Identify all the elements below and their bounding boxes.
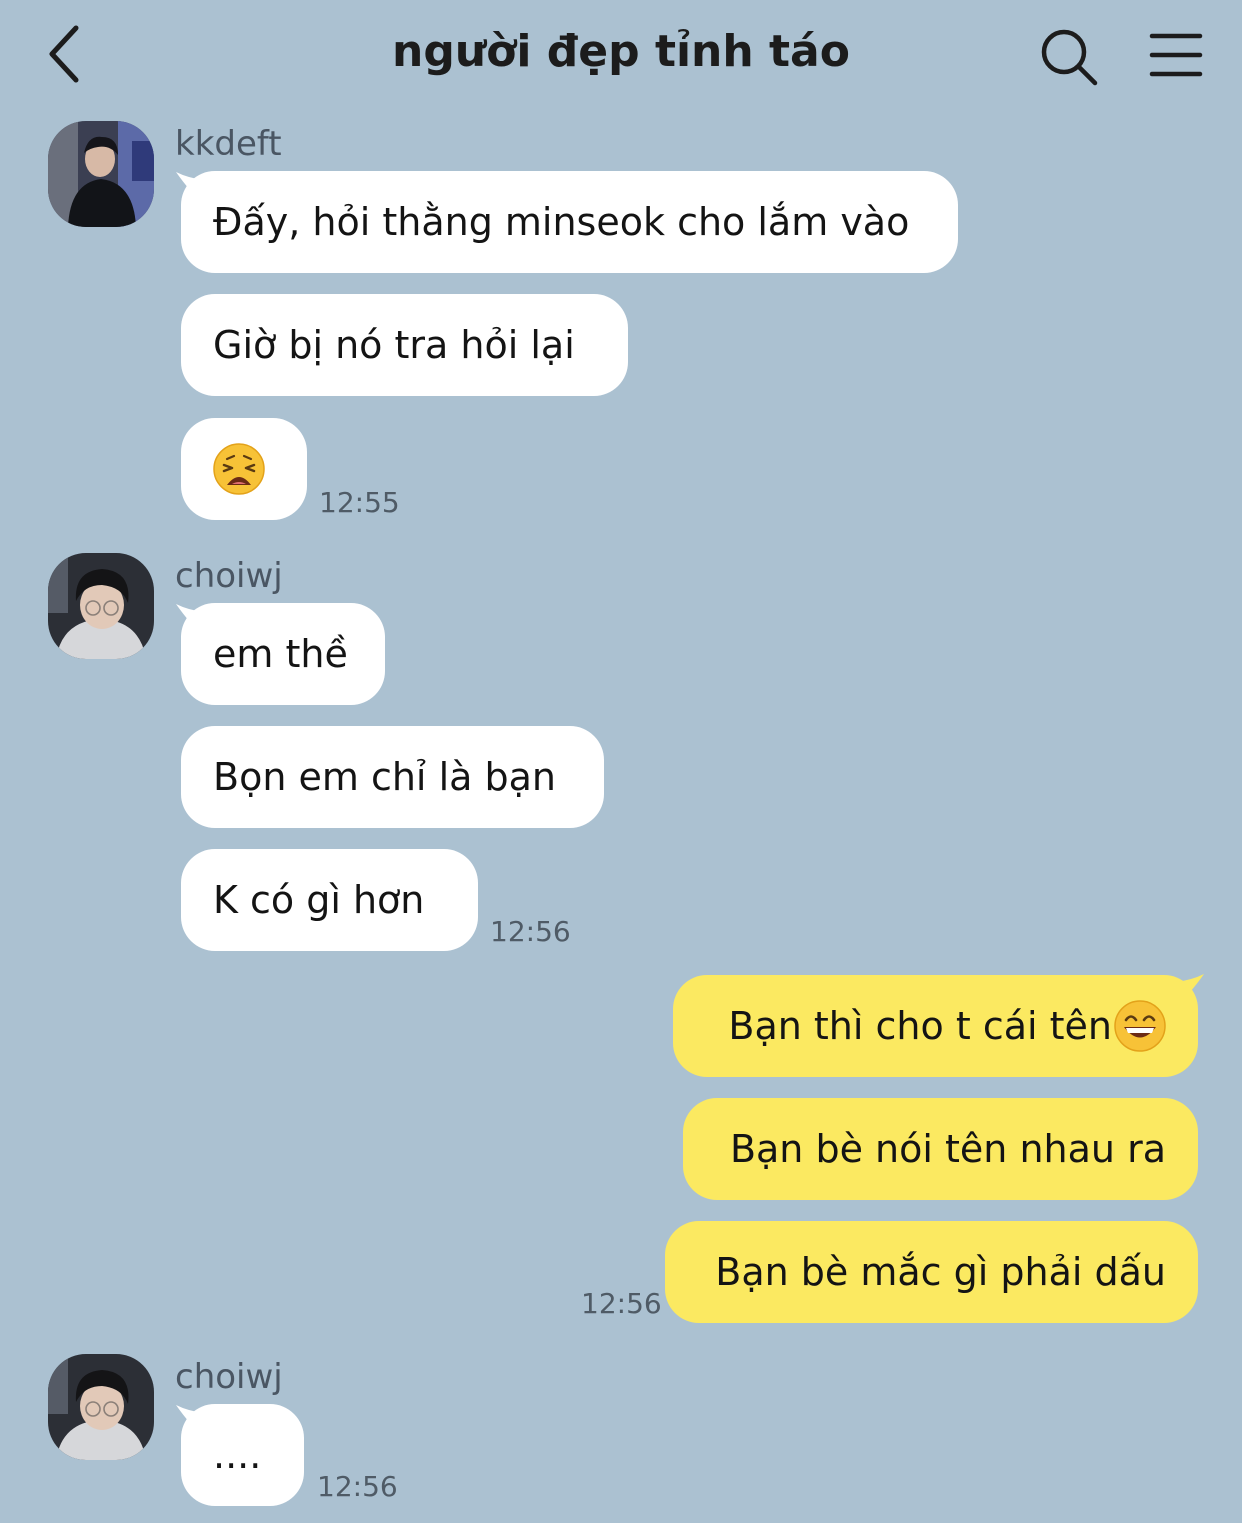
sender-name: choiwj [175, 1357, 283, 1397]
message-bubble[interactable]: 😩 [181, 418, 307, 520]
sender-name: kkdeft [175, 124, 282, 164]
sender-name: choiwj [175, 556, 283, 596]
message-text: Bạn thì cho t cái tên [728, 1004, 1112, 1048]
timestamp: 12:56 [317, 1470, 398, 1503]
avatar-choiwj[interactable] [48, 553, 154, 659]
chat-header: người đẹp tỉnh táo [0, 0, 1242, 110]
message-bubble[interactable]: Giờ bị nó tra hỏi lại [181, 294, 628, 396]
timestamp: 12:56 [490, 915, 571, 948]
timestamp: 12:56 [581, 1287, 662, 1320]
bubble-tail [1176, 974, 1204, 1006]
message-bubble[interactable]: .... [181, 1404, 304, 1506]
weary-face-emoji-icon [213, 443, 265, 495]
my-message-bubble[interactable]: Bạn bè nói tên nhau ra [683, 1098, 1198, 1200]
message-text: Bạn bè mắc gì phải dấu [715, 1250, 1166, 1294]
timestamp: 12:55 [319, 486, 400, 519]
message-bubble[interactable]: Bọn em chỉ là bạn [181, 726, 604, 828]
message-text: Bạn bè nói tên nhau ra [729, 1127, 1166, 1171]
message-text: .... [213, 1433, 262, 1477]
message-bubble[interactable]: K có gì hơn [181, 849, 478, 951]
message-text: Giờ bị nó tra hỏi lại [213, 323, 575, 367]
message-text: Đấy, hỏi thằng minseok cho lắm vào [213, 200, 910, 244]
my-message-bubble[interactable]: Bạn bè mắc gì phải dấu [665, 1221, 1198, 1323]
search-icon[interactable] [1038, 26, 1100, 88]
my-message-bubble[interactable]: Bạn thì cho t cái tên [673, 975, 1198, 1077]
hamburger-menu-icon[interactable] [1148, 30, 1204, 80]
avatar-kkdeft[interactable] [48, 121, 154, 227]
grinning-face-emoji-icon [1114, 1000, 1166, 1052]
message-text: K có gì hơn [213, 878, 425, 922]
avatar-choiwj[interactable] [48, 1354, 154, 1460]
message-text: em thề [213, 632, 348, 676]
message-bubble[interactable]: em thề [181, 603, 385, 705]
message-text: Bọn em chỉ là bạn [213, 755, 556, 799]
message-bubble[interactable]: Đấy, hỏi thằng minseok cho lắm vào [181, 171, 958, 273]
